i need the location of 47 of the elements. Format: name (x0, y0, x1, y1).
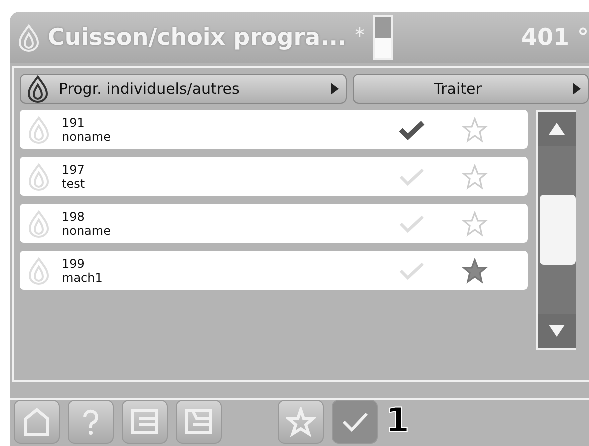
home-button[interactable] (14, 400, 60, 444)
program-row[interactable]: 191 noname (20, 110, 528, 149)
home-icon (22, 407, 52, 437)
star-icon[interactable] (462, 210, 488, 236)
program-name: mach1 (62, 270, 104, 284)
action-button[interactable]: Traiter (353, 74, 589, 104)
program-name: noname (62, 130, 112, 144)
flame-icon (28, 256, 50, 284)
level-gauge (372, 15, 393, 60)
flame-icon (18, 24, 40, 52)
star-button[interactable] (278, 400, 324, 444)
star-icon[interactable] (462, 164, 488, 190)
scrollbar[interactable] (536, 110, 576, 350)
star-icon[interactable] (462, 116, 488, 142)
arrow-down-icon (548, 324, 566, 338)
program-row[interactable]: 198 noname (20, 204, 528, 243)
flame-icon (28, 162, 50, 190)
arrow-up-icon (548, 122, 566, 136)
flame-icon (28, 116, 50, 144)
program-name: test (62, 176, 86, 190)
sparkle-icon (354, 26, 365, 38)
program-number: 191 (62, 116, 86, 130)
program-name: noname (62, 224, 112, 238)
flame-icon (28, 210, 50, 238)
scroll-down-button[interactable] (538, 314, 576, 348)
star-icon (286, 407, 316, 437)
window-title: Cuisson/choix progra... (48, 24, 347, 50)
check-icon[interactable] (398, 118, 426, 140)
program-number: 197 (62, 162, 86, 176)
star-icon[interactable] (462, 258, 488, 284)
check-button[interactable] (332, 400, 378, 444)
program-number: 199 (62, 256, 86, 270)
scroll-up-button[interactable] (538, 112, 576, 146)
program-row[interactable]: 197 test (20, 157, 528, 196)
list-button[interactable] (122, 400, 168, 444)
list-icon (184, 407, 214, 437)
arrow-right-icon (330, 82, 340, 96)
arrow-right-icon (572, 82, 582, 96)
program-number: 198 (62, 210, 86, 224)
temperature-reading: 401 ° (521, 24, 589, 50)
list-icon (130, 407, 160, 437)
program-row[interactable]: 199 mach1 (20, 251, 528, 290)
scroll-thumb[interactable] (540, 195, 576, 265)
help-button[interactable] (68, 400, 114, 444)
flame-icon (27, 75, 49, 103)
category-button[interactable]: Progr. individuels/autres (20, 74, 348, 104)
list-alt-button[interactable] (176, 400, 222, 444)
